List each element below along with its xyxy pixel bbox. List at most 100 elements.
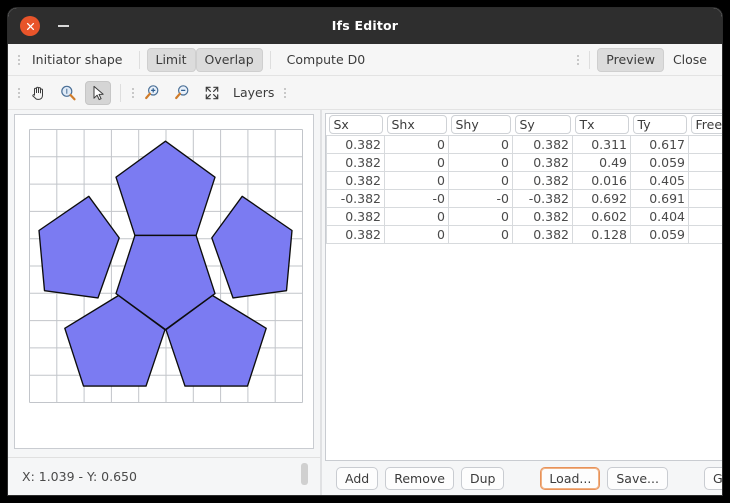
cell-ty[interactable]: 0.617 [630, 135, 689, 154]
column-header-shx[interactable]: Shx [386, 115, 447, 134]
add-button[interactable]: Add [336, 466, 379, 490]
column-header-sx[interactable]: Sx [328, 115, 383, 134]
cell-ty[interactable]: 0.059 [630, 225, 689, 244]
menubar-drag-grip-icon-right[interactable] [573, 51, 582, 69]
table-row[interactable]: -0.382-0-0-0.3820.6920.6911 [326, 189, 722, 208]
cell-ty[interactable]: 0.404 [630, 207, 689, 226]
preview-button[interactable]: Preview [597, 47, 664, 72]
pan-tool-button[interactable] [25, 81, 51, 105]
arrow-cursor-icon [93, 85, 104, 100]
cell-sx[interactable]: 0.382 [326, 171, 385, 190]
cell-sy[interactable]: 0.382 [512, 153, 573, 172]
ifs-editor-window: Ifs Editor Initiator shape Limit Overlap… [8, 8, 722, 495]
toolbar-drag-grip-icon-3[interactable] [280, 84, 289, 102]
cell-sx[interactable]: 0.382 [326, 225, 385, 244]
cell-tx[interactable]: 0.128 [572, 225, 631, 244]
toolbar-separator-1 [120, 83, 121, 102]
cell-ty[interactable]: 0.405 [630, 171, 689, 190]
magnifier-icon [61, 85, 76, 100]
cell-sy[interactable]: 0.382 [512, 207, 573, 226]
cell-shy[interactable]: 0 [448, 207, 513, 226]
cell-free[interactable] [688, 225, 722, 244]
save-button[interactable]: Save... [607, 466, 668, 490]
zoom-out-button[interactable] [169, 81, 195, 105]
layers-button[interactable]: Layers [227, 85, 280, 100]
cell-shx[interactable]: 0 [384, 225, 449, 244]
table-row[interactable]: 0.382000.3820.3110.6171 [326, 135, 722, 154]
menubar-drag-grip-icon[interactable] [14, 51, 23, 69]
cell-tx[interactable]: 0.692 [572, 189, 631, 208]
table-row[interactable]: 0.382000.3820.0160.4051 [326, 171, 722, 190]
table-action-buttons: Add Remove Dup Load... Save... Grid [322, 461, 722, 495]
fractal-canvas[interactable] [14, 114, 314, 449]
cell-tx[interactable]: 0.311 [572, 135, 631, 154]
cell-shy[interactable]: 0 [448, 225, 513, 244]
cell-shx[interactable]: 0 [384, 171, 449, 190]
menubar-separator-3 [589, 50, 591, 69]
cell-free[interactable] [688, 189, 722, 208]
cell-shx[interactable]: 0 [384, 207, 449, 226]
zoom-in-button[interactable] [139, 81, 165, 105]
cell-sy[interactable]: 0.382 [512, 135, 573, 154]
close-window-button[interactable] [20, 16, 40, 36]
cell-tx[interactable]: 0.016 [572, 171, 631, 190]
cell-sx[interactable]: 0.382 [326, 135, 385, 154]
cell-free[interactable] [688, 171, 722, 190]
column-header-shy[interactable]: Shy [450, 115, 511, 134]
cell-shx[interactable]: 0 [384, 135, 449, 154]
cell-sy[interactable]: -0.382 [512, 189, 573, 208]
menubar-separator-1 [138, 50, 140, 69]
dup-button[interactable]: Dup [460, 466, 505, 490]
cell-shy[interactable]: 0 [448, 153, 513, 172]
toolbar-drag-grip-icon[interactable] [14, 84, 23, 102]
canvas-hscroll-zone[interactable] [14, 449, 314, 457]
minimize-window-button[interactable] [54, 16, 72, 36]
cell-tx[interactable]: 0.49 [572, 153, 631, 172]
remove-button[interactable]: Remove [385, 466, 454, 490]
select-tool-button[interactable] [85, 80, 111, 105]
cell-tx[interactable]: 0.602 [572, 207, 631, 226]
cell-sx[interactable]: 0.382 [326, 207, 385, 226]
fit-to-window-button[interactable] [199, 81, 225, 105]
grid-button[interactable]: Grid [703, 466, 722, 490]
overlap-toggle-button[interactable]: Overlap [195, 47, 263, 72]
cell-shy[interactable]: 0 [448, 135, 513, 154]
cell-free[interactable] [688, 153, 722, 172]
transforms-table: Sx Shx Shy Sy Tx Ty Free Coef 0.382000.3… [326, 114, 722, 244]
cell-ty[interactable]: 0.691 [630, 189, 689, 208]
limit-toggle-button[interactable]: Limit [146, 47, 196, 72]
cell-sx[interactable]: -0.382 [326, 189, 385, 208]
table-header-row: Sx Shx Shy Sy Tx Ty Free Coef [326, 114, 722, 136]
compute-d0-button[interactable]: Compute D0 [278, 48, 375, 72]
cell-shx[interactable]: -0 [384, 189, 449, 208]
titlebar: Ifs Editor [8, 8, 722, 44]
canvas-pane: X: 1.039 - Y: 0.650 [8, 110, 320, 495]
cell-shy[interactable]: 0 [448, 171, 513, 190]
cell-sy[interactable]: 0.382 [512, 171, 573, 190]
zoom-tool-button[interactable] [55, 81, 81, 105]
cell-free[interactable] [688, 207, 722, 226]
toolbar-drag-grip-icon-2[interactable] [128, 84, 137, 102]
toolbar: Layers [8, 76, 722, 110]
cell-ty[interactable]: 0.059 [630, 153, 689, 172]
load-button[interactable]: Load... [540, 466, 601, 490]
transforms-table-container[interactable]: Sx Shx Shy Sy Tx Ty Free Coef 0.382000.3… [325, 113, 722, 462]
pentagon-top [115, 140, 216, 237]
cell-sx[interactable]: 0.382 [326, 153, 385, 172]
cell-shx[interactable]: 0 [384, 153, 449, 172]
close-x-icon [26, 22, 34, 30]
initiator-shape-button[interactable]: Initiator shape [23, 48, 132, 72]
column-header-sy[interactable]: Sy [514, 115, 571, 134]
column-header-free[interactable]: Free [690, 115, 722, 134]
cell-free[interactable] [688, 135, 722, 154]
column-header-ty[interactable]: Ty [632, 115, 687, 134]
cell-shy[interactable]: -0 [448, 189, 513, 208]
table-row[interactable]: 0.382000.3820.6020.4041 [326, 207, 722, 226]
canvas-scrollbar-thumb[interactable] [301, 463, 308, 485]
cell-sy[interactable]: 0.382 [512, 225, 573, 244]
table-row[interactable]: 0.382000.3820.490.0591 [326, 153, 722, 172]
transforms-pane: Sx Shx Shy Sy Tx Ty Free Coef 0.382000.3… [322, 110, 722, 495]
column-header-tx[interactable]: Tx [574, 115, 629, 134]
table-row[interactable]: 0.382000.3820.1280.0591 [326, 225, 722, 244]
close-button[interactable]: Close [664, 48, 716, 72]
